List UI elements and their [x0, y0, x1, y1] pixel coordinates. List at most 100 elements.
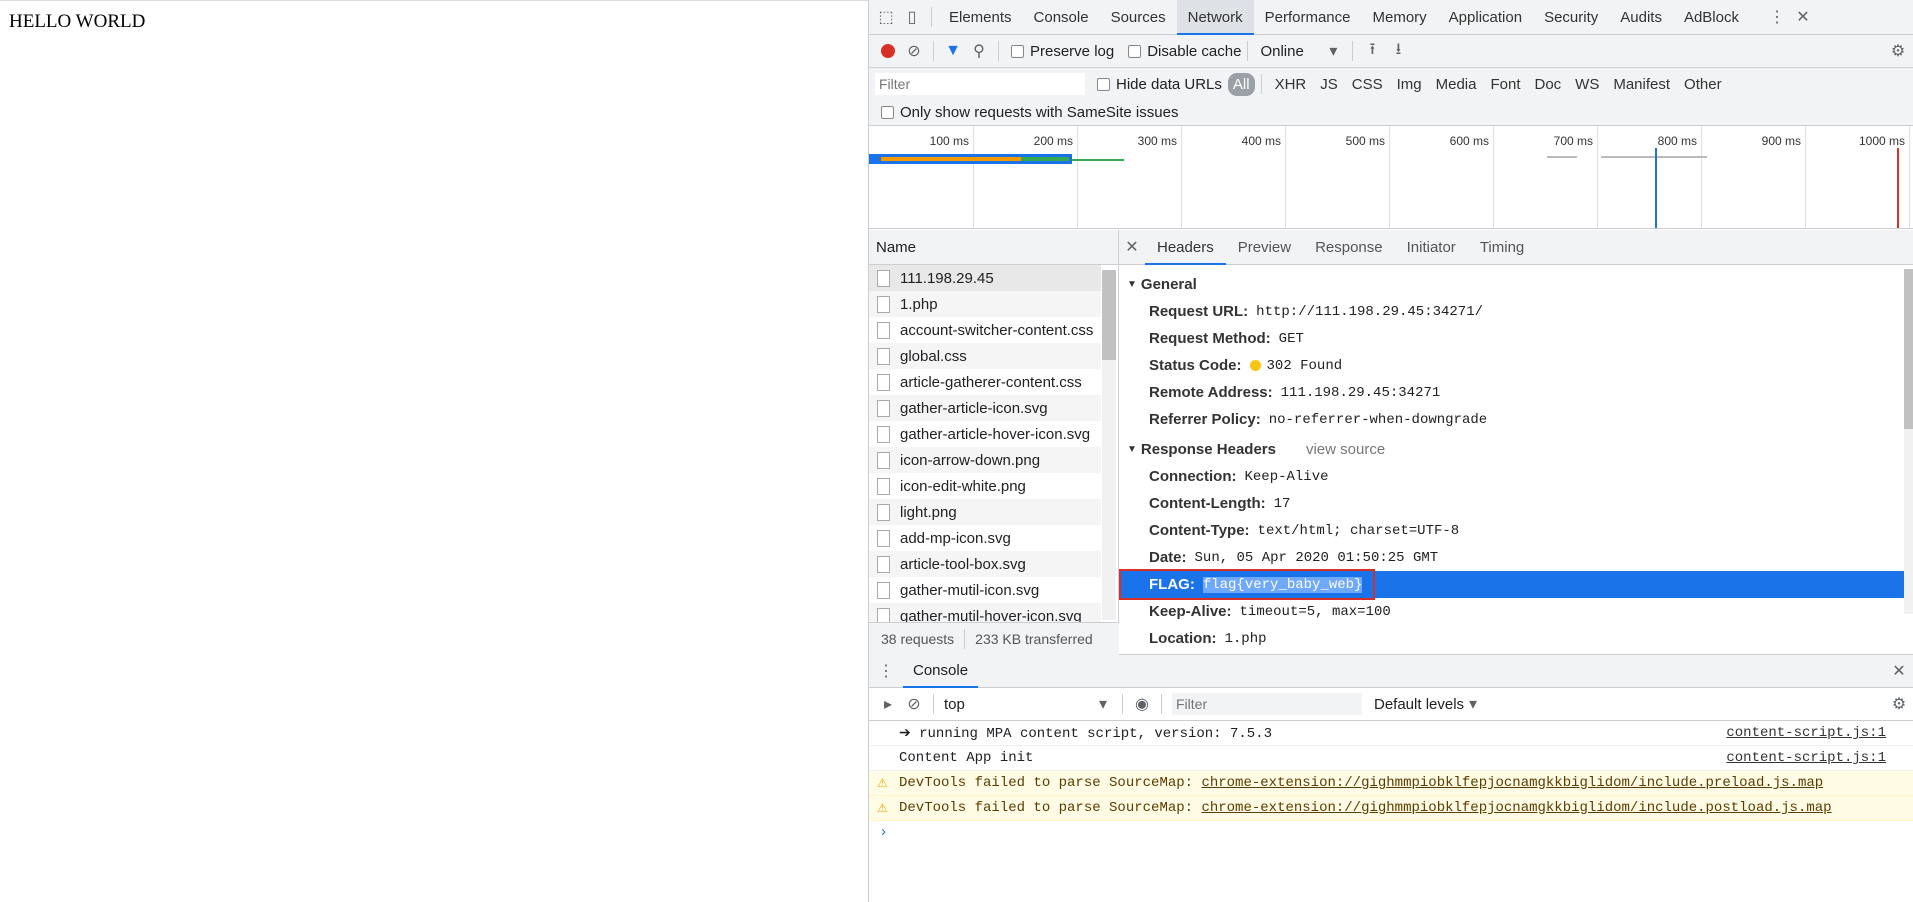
message-source-link[interactable]: content-script.js:1	[1726, 750, 1886, 766]
tab-adblock[interactable]: AdBlock	[1673, 0, 1750, 35]
header-row[interactable]: Content-Type: text/html; charset=UTF-8	[1119, 517, 1913, 544]
request-row[interactable]: article-gatherer-content.css	[869, 369, 1101, 395]
throttling-select[interactable]: Online	[1260, 43, 1320, 60]
console-tab[interactable]: Console	[903, 655, 979, 688]
sourcemap-link[interactable]: chrome-extension://gighmmpiobklfepjocnam…	[1201, 775, 1823, 791]
request-row[interactable]: icon-edit-white.png	[869, 473, 1101, 499]
header-row[interactable]: Request URL: http://111.198.29.45:34271/	[1119, 298, 1913, 325]
header-row[interactable]: Status Code: 302 Found	[1119, 352, 1913, 379]
type-filter-other[interactable]: Other	[1677, 76, 1729, 93]
preserve-log-checkbox[interactable]	[1011, 44, 1024, 58]
request-list-scrollbar[interactable]	[1102, 270, 1116, 620]
samesite-checkbox[interactable]	[881, 106, 894, 119]
request-row[interactable]: 1.php	[869, 291, 1101, 317]
sourcemap-link[interactable]: chrome-extension://gighmmpiobklfepjocnam…	[1201, 800, 1831, 816]
chevron-down-icon[interactable]: ▾	[1320, 38, 1346, 64]
header-row[interactable]: Keep-Alive: timeout=5, max=100	[1119, 598, 1913, 625]
hide-data-urls-checkbox[interactable]	[1097, 77, 1110, 91]
tab-network[interactable]: Network	[1176, 0, 1254, 35]
response-headers-title[interactable]: ▼ Response Headers view source	[1119, 435, 1913, 463]
chevron-down-icon[interactable]: ▾	[1460, 691, 1486, 717]
more-options-icon[interactable]: ⋮	[873, 658, 899, 684]
preserve-log-label: Preserve log	[1030, 42, 1115, 60]
settings-icon[interactable]: ⚙	[1885, 38, 1911, 64]
sidebar-toggle-icon[interactable]: ▸	[875, 691, 901, 717]
console-filter-input[interactable]	[1172, 693, 1362, 715]
request-row[interactable]: global.css	[869, 343, 1101, 369]
console-prompt[interactable]: ›	[869, 821, 1913, 843]
type-filter-xhr[interactable]: XHR	[1268, 76, 1314, 93]
type-filter-font[interactable]: Font	[1483, 76, 1527, 93]
request-row[interactable]: gather-mutil-hover-icon.svg	[869, 603, 1101, 622]
header-row[interactable]: Location: 1.php	[1119, 625, 1913, 652]
detail-scrollbar[interactable]	[1904, 269, 1913, 614]
general-section-title[interactable]: ▼ General	[1119, 270, 1913, 298]
more-options-icon[interactable]: ⋮	[1764, 4, 1790, 30]
header-row[interactable]: FLAG: flag{very_baby_web}	[1119, 569, 1913, 600]
type-filter-img[interactable]: Img	[1390, 76, 1429, 93]
settings-icon[interactable]: ⚙	[1886, 691, 1912, 717]
request-row[interactable]: 111.198.29.45	[869, 265, 1101, 291]
close-icon[interactable]: ✕	[1790, 4, 1816, 30]
clear-icon[interactable]: ⊘	[901, 38, 927, 64]
tab-audits[interactable]: Audits	[1609, 0, 1673, 35]
type-filter-all[interactable]: All	[1227, 72, 1255, 96]
export-har-icon[interactable]: ⭳	[1385, 38, 1411, 64]
device-toolbar-icon[interactable]: ▯	[899, 4, 925, 30]
close-drawer-icon[interactable]: ✕	[1886, 658, 1912, 684]
disable-cache-checkbox[interactable]	[1128, 44, 1142, 58]
inspect-element-icon[interactable]: ⬚	[873, 4, 899, 30]
tab-security[interactable]: Security	[1533, 0, 1609, 35]
type-filter-ws[interactable]: WS	[1568, 76, 1606, 93]
request-row[interactable]: article-tool-box.svg	[869, 551, 1101, 577]
tab-sources[interactable]: Sources	[1100, 0, 1177, 35]
type-filter-css[interactable]: CSS	[1345, 76, 1390, 93]
type-filter-js[interactable]: JS	[1313, 76, 1345, 93]
message-source-link[interactable]: content-script.js:1	[1726, 725, 1886, 741]
tab-console[interactable]: Console	[1023, 0, 1100, 35]
header-value: timeout=5, max=100	[1239, 603, 1391, 620]
header-row[interactable]: Referrer Policy: no-referrer-when-downgra…	[1119, 406, 1913, 433]
request-row[interactable]: account-switcher-content.css	[869, 317, 1101, 343]
scrollbar-thumb[interactable]	[1904, 269, 1913, 429]
tab-memory[interactable]: Memory	[1362, 0, 1438, 35]
tab-elements[interactable]: Elements	[938, 0, 1023, 35]
name-column-header[interactable]: Name	[869, 230, 1118, 265]
request-row[interactable]: icon-arrow-down.png	[869, 447, 1101, 473]
import-har-icon[interactable]: ⭱	[1359, 38, 1385, 64]
log-levels-select[interactable]: Default levels	[1374, 696, 1464, 713]
request-row[interactable]: gather-mutil-icon.svg	[869, 577, 1101, 603]
request-row[interactable]: add-mp-icon.svg	[869, 525, 1101, 551]
header-row[interactable]: Date: Sun, 05 Apr 2020 01:50:25 GMT	[1119, 544, 1913, 571]
detail-tab-timing[interactable]: Timing	[1468, 230, 1536, 265]
request-row[interactable]: gather-article-hover-icon.svg	[869, 421, 1101, 447]
context-select[interactable]: top	[944, 696, 1094, 713]
filter-icon[interactable]: ▼	[940, 38, 966, 64]
eye-icon[interactable]: ◉	[1129, 691, 1155, 717]
detail-tab-preview[interactable]: Preview	[1226, 230, 1303, 265]
clear-console-icon[interactable]: ⊘	[901, 691, 927, 717]
request-row[interactable]: light.png	[869, 499, 1101, 525]
header-row[interactable]: Remote Address: 111.198.29.45:34271	[1119, 379, 1913, 406]
chevron-down-icon[interactable]: ▾	[1090, 691, 1116, 717]
request-row[interactable]: gather-article-icon.svg	[869, 395, 1101, 421]
tab-application[interactable]: Application	[1438, 0, 1533, 35]
header-row[interactable]: Content-Length: 17	[1119, 490, 1913, 517]
request-name: 1.php	[900, 295, 938, 313]
network-overview[interactable]: 100 ms 200 ms 300 ms 400 ms 500 ms 600 ms 700 …	[869, 126, 1913, 229]
view-source-link[interactable]: view source	[1306, 441, 1385, 458]
header-row[interactable]: Request Method: GET	[1119, 325, 1913, 352]
filter-input[interactable]	[875, 73, 1085, 95]
header-row[interactable]: Connection: Keep-Alive	[1119, 463, 1913, 490]
type-filter-media[interactable]: Media	[1429, 76, 1484, 93]
scrollbar-thumb[interactable]	[1102, 270, 1116, 360]
detail-tab-headers[interactable]: Headers	[1145, 230, 1226, 265]
record-icon[interactable]	[875, 38, 901, 64]
type-filter-doc[interactable]: Doc	[1527, 76, 1568, 93]
type-filter-manifest[interactable]: Manifest	[1606, 76, 1677, 93]
tab-performance[interactable]: Performance	[1254, 0, 1362, 35]
detail-tab-response[interactable]: Response	[1303, 230, 1395, 265]
detail-tab-initiator[interactable]: Initiator	[1395, 230, 1468, 265]
close-detail-icon[interactable]: ✕	[1119, 234, 1145, 260]
search-icon[interactable]: ⚲	[966, 38, 992, 64]
